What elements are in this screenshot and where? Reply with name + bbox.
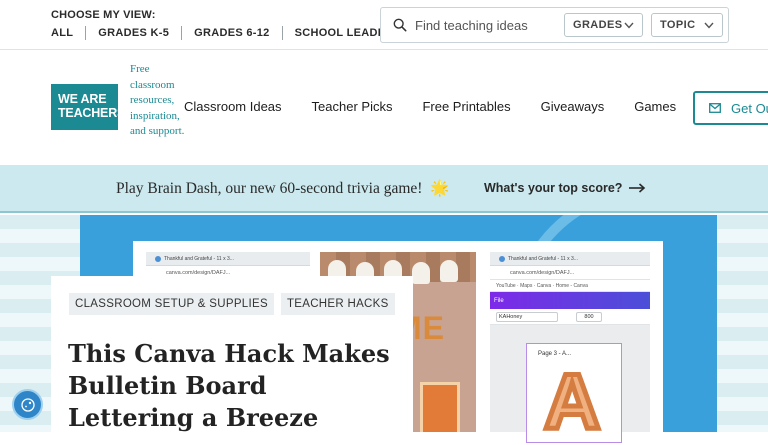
tag-teacher-hacks[interactable]: TEACHER HACKS bbox=[280, 293, 395, 315]
divider bbox=[181, 26, 183, 40]
arrow-right-icon bbox=[629, 183, 646, 193]
view-link-grades-k5[interactable]: GRADES K-5 bbox=[98, 27, 169, 39]
search-box: GRADES TOPIC bbox=[380, 7, 729, 43]
promo-text: Play Brain Dash, our new 60-second trivi… bbox=[116, 179, 450, 198]
article-card: CLASSROOM SETUP & SUPPLIES TEACHER HACKS… bbox=[51, 276, 413, 432]
topic-filter-dropdown[interactable]: TOPIC bbox=[651, 13, 723, 37]
hero-stripes-right bbox=[717, 215, 768, 432]
mock-tab-title: Thankful and Grateful - 11 x 3... bbox=[164, 256, 234, 262]
mock-tab-bar: Thankful and Grateful - 11 x 3... bbox=[490, 252, 650, 266]
newsletter-button[interactable]: Get Ou bbox=[693, 91, 768, 125]
grades-filter-label: GRADES bbox=[573, 19, 623, 31]
ghost-decoration bbox=[440, 260, 458, 282]
main-navbar: WE ARE TEACHERS Free classroom resources… bbox=[0, 50, 768, 165]
chevron-down-icon bbox=[704, 22, 714, 29]
topic-filter-label: TOPIC bbox=[660, 19, 696, 31]
view-link-grades-6-12[interactable]: GRADES 6-12 bbox=[194, 27, 269, 39]
article-tags: CLASSROOM SETUP & SUPPLIES TEACHER HACKS bbox=[69, 293, 402, 315]
primary-nav: Classroom Ideas Teacher Picks Free Print… bbox=[184, 99, 706, 114]
canva-letter: A bbox=[541, 357, 602, 445]
floating-action-button[interactable] bbox=[12, 389, 43, 420]
mail-icon bbox=[709, 103, 721, 113]
canva-file-menu: File bbox=[494, 297, 504, 304]
logo-line-2: TEACHERS bbox=[58, 106, 126, 120]
mock-url-bar: canva.com/design/DAFJ... bbox=[490, 266, 650, 280]
ghost-decoration bbox=[412, 262, 430, 284]
canva-menu-bar: File bbox=[490, 292, 650, 309]
nav-free-printables[interactable]: Free Printables bbox=[422, 99, 510, 114]
sparkle-icon bbox=[20, 397, 35, 412]
divider bbox=[85, 26, 87, 40]
view-link-all[interactable]: ALL bbox=[51, 27, 73, 39]
star-icon: 🌟 bbox=[430, 180, 450, 197]
canva-font-size: 800 bbox=[576, 311, 602, 322]
hero-screenshot-canva: Thankful and Grateful - 11 x 3... canva.… bbox=[490, 252, 650, 443]
nav-giveaways[interactable]: Giveaways bbox=[541, 99, 605, 114]
search-input[interactable] bbox=[415, 13, 565, 37]
choose-view-label: CHOOSE MY VIEW: bbox=[51, 9, 156, 21]
mock-tab-title: Thankful and Grateful - 11 x 3... bbox=[508, 256, 578, 262]
canva-font-select: KAHoney bbox=[496, 311, 558, 322]
nav-teacher-picks[interactable]: Teacher Picks bbox=[312, 99, 393, 114]
divider bbox=[281, 26, 283, 40]
tag-classroom-setup[interactable]: CLASSROOM SETUP & SUPPLIES bbox=[69, 293, 274, 315]
site-tagline: Free classroom resources, inspiration, a… bbox=[130, 63, 185, 137]
nav-games[interactable]: Games bbox=[634, 99, 676, 114]
newsletter-button-label: Get Ou bbox=[731, 100, 768, 116]
logo-line-1: WE ARE bbox=[58, 92, 107, 106]
nav-classroom-ideas[interactable]: Classroom Ideas bbox=[184, 99, 282, 114]
tab-favicon-icon bbox=[155, 256, 161, 262]
promo-link[interactable]: What's your top score? bbox=[484, 181, 646, 195]
mock-bookmarks-bar: YouTube · Maps · Canva · Home - Canva bbox=[490, 280, 650, 292]
promo-link-label: What's your top score? bbox=[484, 181, 623, 195]
article-headline[interactable]: This Canva Hack Makes Bulletin Board Let… bbox=[68, 338, 398, 434]
search-icon bbox=[393, 18, 407, 32]
view-links: ALL GRADES K-5 GRADES 6-12 SCHOOL LEADER… bbox=[51, 26, 401, 40]
canva-toolbar: KAHoney 800 bbox=[490, 309, 650, 325]
chevron-down-icon bbox=[624, 22, 634, 29]
site-logo[interactable]: WE ARE TEACHERS bbox=[51, 84, 126, 130]
tab-favicon-icon bbox=[499, 256, 505, 262]
photo-cutout-letter bbox=[420, 382, 460, 432]
mock-tab-bar: Thankful and Grateful - 11 x 3... bbox=[146, 252, 310, 266]
promo-message: Play Brain Dash, our new 60-second trivi… bbox=[116, 180, 423, 197]
promo-banner: Play Brain Dash, our new 60-second trivi… bbox=[0, 165, 768, 213]
grades-filter-dropdown[interactable]: GRADES bbox=[564, 13, 643, 37]
utility-bar: CHOOSE MY VIEW: ALL GRADES K-5 GRADES 6-… bbox=[0, 0, 768, 50]
